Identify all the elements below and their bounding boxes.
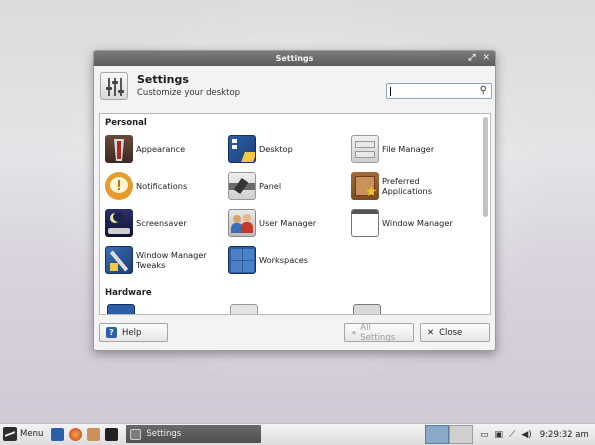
settings-item-label: Notifications xyxy=(136,181,188,191)
page-subtitle: Customize your desktop xyxy=(137,88,241,98)
panel-icon xyxy=(228,172,256,200)
keyboard-layout-icon[interactable]: ▭ xyxy=(480,430,489,440)
removable-drives-icon[interactable] xyxy=(353,304,381,314)
settings-item-screensaver[interactable]: Screensaver xyxy=(105,208,223,238)
settings-item-window-manager-tweaks[interactable]: Window Manager Tweaks xyxy=(105,245,223,275)
close-icon: ✕ xyxy=(427,327,435,338)
settings-item-label: Window Manager Tweaks xyxy=(136,250,207,270)
scrollbar-thumb[interactable] xyxy=(483,117,488,217)
back-arrow-icon: ◂ xyxy=(351,327,356,338)
desktop-icon xyxy=(228,135,256,163)
settings-item-appearance[interactable]: Appearance xyxy=(105,134,223,164)
notifications-icon xyxy=(105,172,133,200)
appearance-icon xyxy=(105,135,133,163)
keyboard-icon[interactable] xyxy=(230,304,258,314)
show-desktop-icon[interactable] xyxy=(51,427,65,441)
display-icon[interactable] xyxy=(107,304,135,314)
file-manager-launcher-icon[interactable] xyxy=(87,427,101,441)
settings-item-label: Desktop xyxy=(259,144,293,154)
settings-sliders-icon xyxy=(100,72,128,100)
settings-task-icon xyxy=(130,428,142,440)
screensaver-icon xyxy=(105,209,133,237)
menu-label: Menu xyxy=(20,429,44,439)
clock[interactable]: 9:29:32 am xyxy=(540,430,589,440)
all-settings-label: All Settings xyxy=(360,322,396,343)
settings-item-label: User Manager xyxy=(259,218,317,228)
settings-item-label: Workspaces xyxy=(259,255,309,265)
settings-item-label: Screensaver xyxy=(136,218,187,228)
battery-icon[interactable]: ▣ xyxy=(495,430,504,440)
file-manager-icon xyxy=(351,135,379,163)
window-manager-tweaks-icon xyxy=(105,246,133,274)
taskbar-item-settings[interactable]: Settings xyxy=(126,425,262,443)
page-title: Settings xyxy=(137,73,189,86)
settings-list: Personal Appearance Desktop File Manager xyxy=(99,113,491,315)
close-window-icon[interactable]: ✕ xyxy=(482,51,490,66)
close-label: Close xyxy=(439,327,463,338)
close-button[interactable]: ✕ Close xyxy=(420,323,490,342)
system-tray: ▭ ▣ ⟋ ◀) 9:29:32 am xyxy=(480,424,589,445)
settings-item-window-manager[interactable]: Window Manager xyxy=(351,208,469,238)
settings-item-file-manager[interactable]: File Manager xyxy=(351,134,469,164)
user-manager-icon xyxy=(228,209,256,237)
terminal-icon[interactable] xyxy=(105,427,119,441)
preferred-applications-icon: ★ xyxy=(351,172,379,200)
network-icon[interactable]: ⟋ xyxy=(509,430,515,440)
help-icon: ? xyxy=(106,327,117,338)
menu-logo-icon xyxy=(3,427,17,441)
menu-button[interactable]: Menu xyxy=(3,427,43,441)
workspace-2[interactable] xyxy=(449,425,473,444)
browser-icon[interactable] xyxy=(69,427,83,441)
settings-window: Settings ⤢ ✕ Settings Customize your des… xyxy=(93,50,496,351)
window-titlebar[interactable]: Settings ⤢ ✕ xyxy=(94,51,495,66)
settings-item-user-manager[interactable]: User Manager xyxy=(228,208,346,238)
task-label: Settings xyxy=(146,429,182,439)
all-settings-button[interactable]: ◂ All Settings xyxy=(344,322,414,343)
workspaces-icon xyxy=(228,246,256,274)
help-button[interactable]: ? Help xyxy=(99,323,168,342)
settings-item-label: Preferred Applications xyxy=(382,176,433,196)
settings-item-notifications[interactable]: Notifications xyxy=(105,171,223,201)
settings-header: Settings Customize your desktop ⚲ xyxy=(94,66,495,112)
search-input[interactable]: ⚲ xyxy=(386,83,492,99)
help-label: Help xyxy=(122,327,142,338)
workspace-1[interactable] xyxy=(425,425,449,444)
section-title-hardware: Hardware xyxy=(105,288,152,298)
settings-item-workspaces[interactable]: Workspaces xyxy=(228,245,346,275)
volume-icon[interactable]: ◀) xyxy=(521,430,531,440)
settings-item-panel[interactable]: Panel xyxy=(228,171,346,201)
settings-item-label: Appearance xyxy=(136,144,186,154)
settings-item-label: File Manager xyxy=(382,144,435,154)
search-icon[interactable]: ⚲ xyxy=(480,85,487,96)
text-caret xyxy=(390,87,391,96)
taskbar: Menu Settings ▭ ▣ ⟋ ◀) 9:29:32 am xyxy=(0,423,595,444)
maximize-icon[interactable]: ⤢ xyxy=(468,51,475,66)
settings-item-desktop[interactable]: Desktop xyxy=(228,134,346,164)
window-footer: ? Help ◂ All Settings ✕ Close xyxy=(94,321,495,346)
settings-item-label: Panel xyxy=(259,181,282,191)
settings-item-label: Window Manager xyxy=(382,218,453,228)
workspace-switcher[interactable] xyxy=(425,425,473,444)
settings-item-preferred-applications[interactable]: ★ Preferred Applications xyxy=(351,171,469,201)
window-manager-icon xyxy=(351,209,379,237)
window-title: Settings xyxy=(275,54,314,63)
section-title-personal: Personal xyxy=(105,118,147,128)
